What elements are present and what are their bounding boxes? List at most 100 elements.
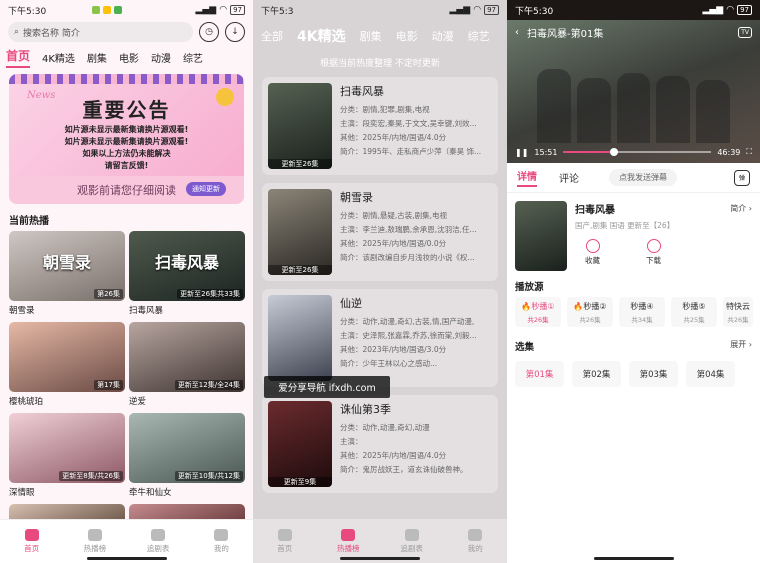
home-indicator xyxy=(86,557,167,560)
tab-variety[interactable]: 综艺 xyxy=(468,28,490,44)
rank-cast: 主演：段奕宏,秦昊,于文文,吴幸键,刘效... xyxy=(340,119,477,128)
history-button[interactable]: ◷ xyxy=(199,22,219,42)
episode-button[interactable]: 第03集 xyxy=(629,361,678,387)
tv-cast-button[interactable]: TV xyxy=(738,26,752,38)
favorite-button[interactable]: 收藏 xyxy=(585,239,600,266)
rank-title: 朝雪录 xyxy=(340,191,373,204)
battery-icon: 97 xyxy=(737,5,752,15)
source-list: 🔥秒播① 共26集 🔥秒播② 共26集 秒播④ 共34集 秒播⑤ 共25集 特快云 共26… xyxy=(507,297,760,327)
detail-screen: 下午5:30 ▂▄▆ ◠ 97 ‹ 扫毒风暴-第01集 TV ❚❚ 15:51 xyxy=(507,0,760,563)
history-icon: ◷ xyxy=(205,27,213,37)
tab-4k[interactable]: 4K精选 xyxy=(42,50,75,65)
download-icon xyxy=(646,239,661,253)
download-button[interactable]: 下载 xyxy=(646,239,661,266)
tab-movies[interactable]: 电影 xyxy=(396,28,418,44)
rank-type: 分类：剧情,悬疑,古装,剧集,电视 xyxy=(340,211,448,220)
show-card[interactable]: 朝雪录 第26集 朝雪录 xyxy=(9,231,125,316)
banner-line: 如果以上方法仍未能解决 xyxy=(82,149,171,158)
show-card[interactable]: 更新至8集/共26集 深情眼 xyxy=(9,413,125,498)
crown-icon xyxy=(87,529,102,541)
video-player[interactable]: ‹ 扫毒风暴-第01集 TV ❚❚ 15:51 46:39 ⛶ xyxy=(507,20,760,163)
banner-line: 如片源未显示最新集请换片源观看! xyxy=(64,137,189,146)
signal-icon: ▂▄▆ xyxy=(449,5,471,15)
rank-intro: 简介：少年王林以心之感动... xyxy=(340,359,438,368)
tab-all[interactable]: 全部 xyxy=(261,28,283,44)
user-icon xyxy=(468,528,483,541)
episode-badge: 更新至10集/共12集 xyxy=(174,471,243,481)
battery-icon: 97 xyxy=(484,5,499,15)
tab-4k[interactable]: 4K精选 xyxy=(297,26,346,46)
tab-movies[interactable]: 电影 xyxy=(119,50,139,65)
tab-details[interactable]: 详情 xyxy=(517,168,537,187)
progress-slider[interactable] xyxy=(563,148,712,156)
calendar-icon xyxy=(404,528,419,541)
rank-type: 分类：动作,动漫,奇幻,古装,情,国产动漫, xyxy=(340,317,475,326)
source-item[interactable]: 秒播④ 共34集 xyxy=(619,297,665,327)
show-title: 牵牛和仙女 xyxy=(129,488,172,498)
intro-link[interactable]: 简介 › xyxy=(730,203,752,214)
banner-line: 如片源未显示最新集请换片源观看! xyxy=(64,125,189,134)
episode-button[interactable]: 第01集 xyxy=(515,361,564,387)
show-poster xyxy=(515,201,567,271)
ranking-category-nav: 全部 4K精选 剧集 电影 动漫 综艺 xyxy=(253,20,507,52)
source-item[interactable]: 特快云 共26集 xyxy=(723,297,753,327)
tab-anime[interactable]: 动漫 xyxy=(432,28,454,44)
source-item[interactable]: 秒播⑤ 共25集 xyxy=(671,297,717,327)
tab-comments[interactable]: 评论 xyxy=(559,170,579,185)
rank-intro: 简介：鬼厉战妖王，道玄诛仙破兽神。 xyxy=(340,465,468,474)
show-card[interactable]: 第17集 樱桃琥珀 xyxy=(9,322,125,407)
tab-bar-home[interactable]: 首页 xyxy=(253,519,317,563)
source-item[interactable]: 🔥秒播② 共26集 xyxy=(567,297,613,327)
expand-button[interactable]: 展开 › xyxy=(730,339,752,353)
show-card[interactable]: 更新至10集/共12集 牵牛和仙女 xyxy=(129,413,245,498)
detail-tabs: 详情 评论 点我发送弹幕 弹 xyxy=(507,163,760,193)
source-item[interactable]: 🔥秒播① 共26集 xyxy=(515,297,561,327)
rank-item[interactable]: 更新至26集 朝雪录 分类：剧情,悬疑,古装,剧集,电视 主演：李兰迪,敖瑞鹏,… xyxy=(262,183,498,281)
download-button[interactable]: ↓ xyxy=(225,22,245,42)
rank-item[interactable]: 更新至26集 扫毒风暴 分类：剧情,犯罪,剧集,电视 主演：段奕宏,秦昊,于文文… xyxy=(262,77,498,175)
danmu-input[interactable]: 点我发送弹幕 xyxy=(609,169,677,186)
show-title: 深情眼 xyxy=(9,488,35,498)
tab-bar-profile[interactable]: 我的 xyxy=(444,519,508,563)
tab-bar-home[interactable]: 首页 xyxy=(0,520,63,563)
search-icon: ⌕ xyxy=(14,27,20,37)
show-thumbnail: 扫毒风暴 更新至26集共33集 xyxy=(129,231,245,301)
status-bar: 下午5:30 ▂▄▆ ◠ 97 xyxy=(507,0,760,20)
tab-variety[interactable]: 综艺 xyxy=(183,50,203,65)
search-placeholder: 搜索名称 简介 xyxy=(23,28,80,39)
danmu-toggle-button[interactable]: 弹 xyxy=(734,169,750,186)
tab-series[interactable]: 剧集 xyxy=(87,50,107,65)
tab-bar-profile[interactable]: 我的 xyxy=(190,520,253,563)
tab-anime[interactable]: 动漫 xyxy=(151,50,171,65)
rank-type: 分类：剧情,犯罪,剧集,电视 xyxy=(340,105,430,114)
rank-title: 扫毒风暴 xyxy=(340,85,384,98)
show-title: 樱桃琥珀 xyxy=(9,397,44,407)
tab-home[interactable]: 首页 xyxy=(6,47,31,68)
battery-icon: 97 xyxy=(230,5,245,15)
show-card[interactable]: 扫毒风暴 更新至26集共33集 扫毒风暴 xyxy=(129,231,245,316)
rank-item[interactable]: 仙逆 分类：动作,动漫,奇幻,古装,情,国产动漫, 主演：史泽熙,张嘉霖,乔苏,… xyxy=(262,289,498,387)
show-title: 逆爱 xyxy=(129,397,147,407)
tab-series[interactable]: 剧集 xyxy=(360,28,382,44)
show-card[interactable]: 更新至12集/全24集 逆爱 xyxy=(129,322,245,407)
fullscreen-icon[interactable]: ⛶ xyxy=(746,147,752,157)
user-icon xyxy=(214,529,229,541)
wifi-icon: ◠ xyxy=(726,5,735,15)
heart-icon xyxy=(585,239,600,253)
home-topbar: ⌕ 搜索名称 简介 ◷ ↓ xyxy=(0,20,253,44)
episodes-header: 选集 展开 › xyxy=(515,339,752,353)
player-title: 扫毒风暴-第01集 xyxy=(527,28,604,40)
banner-pill[interactable]: 通知更新 xyxy=(186,182,226,196)
search-input[interactable]: ⌕ 搜索名称 简介 xyxy=(8,22,193,42)
episode-button[interactable]: 第04集 xyxy=(686,361,735,387)
rank-item[interactable]: 更新至9集 诛仙第3季 分类：动作,动漫,奇幻,动漫 主演： 其他：2025年/… xyxy=(262,395,498,493)
back-icon[interactable]: ‹ xyxy=(515,27,519,38)
pause-icon[interactable]: ❚❚ xyxy=(515,148,528,157)
show-tags: 国产,剧集 国语 更新至【26】 xyxy=(575,221,675,230)
announcement-banner[interactable]: News 重要公告 如片源未显示最新集请换片源观看! 如片源未显示最新集请换片源… xyxy=(9,74,244,204)
notification-icon xyxy=(114,6,123,14)
hot-grid: 朝雪录 第26集 朝雪录 扫毒风暴 更新至26集共33集 扫毒风暴 第17集 樱… xyxy=(0,231,253,524)
episode-button[interactable]: 第02集 xyxy=(572,361,621,387)
rank-poster xyxy=(268,295,332,381)
home-screen: 下午5:30 ▂▄▆ ◠ 97 ⌕ 搜索名称 简介 ◷ ↓ 首页 4K精选 剧集… xyxy=(0,0,253,563)
